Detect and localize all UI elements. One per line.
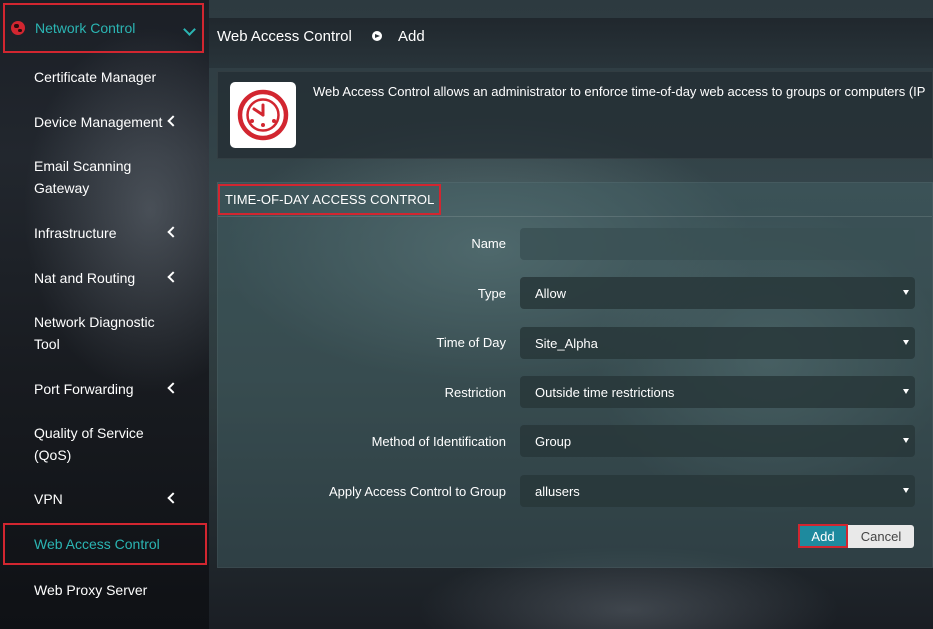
apply-group-label: Apply Access Control to Group <box>328 484 506 499</box>
sidebar-item-web-proxy-server[interactable]: Web Proxy Server <box>34 579 184 601</box>
name-label: Name <box>471 236 506 251</box>
sidebar-item-web-access-control[interactable]: Web Access Control <box>3 523 207 565</box>
type-value: Allow <box>535 285 567 301</box>
name-input[interactable] <box>520 228 915 260</box>
chevron-down-icon <box>183 23 196 36</box>
breadcrumb: Web Access Control Add <box>209 18 933 68</box>
sidebar-item-infrastructure[interactable]: Infrastructure <box>34 222 184 244</box>
caret-down-icon <box>903 389 909 394</box>
apply-group-select[interactable]: allusers <box>520 475 915 507</box>
method-select[interactable]: Group <box>520 425 915 457</box>
type-select[interactable]: Allow <box>520 277 915 309</box>
panel-title: TIME-OF-DAY ACCESS CONTROL <box>218 184 442 215</box>
breadcrumb-parent[interactable]: Web Access Control <box>217 28 352 45</box>
sidebar-section-network-control[interactable]: Network Control <box>3 3 204 53</box>
sidebar-item-email-scanning-gateway[interactable]: Email Scanning Gateway <box>34 155 184 199</box>
add-button[interactable]: Add <box>798 524 848 548</box>
method-label: Method of Identification <box>371 434 506 449</box>
sidebar-item-nat-and-routing[interactable]: Nat and Routing <box>34 267 184 289</box>
sidebar-item-port-forwarding[interactable]: Port Forwarding <box>34 378 184 400</box>
main-content: Web Access Control Add Web Access Contro… <box>209 0 933 629</box>
method-value: Group <box>535 433 572 449</box>
sidebar-section-label: Network Control <box>35 20 136 36</box>
time-of-day-label: Time of Day <box>436 335 506 350</box>
clock-icon <box>230 82 296 148</box>
sidebar-item-network-diagnostic-tool[interactable]: Network Diagnostic Tool <box>34 311 174 355</box>
sidebar-item-certificate-manager[interactable]: Certificate Manager <box>34 66 184 88</box>
restriction-value: Outside time restrictions <box>535 384 675 400</box>
globe-icon <box>11 21 25 35</box>
restriction-label: Restriction <box>444 385 506 400</box>
caret-down-icon <box>903 340 909 345</box>
breadcrumb-current: Add <box>398 28 425 45</box>
apply-group-value: allusers <box>535 483 580 499</box>
cancel-button[interactable]: Cancel <box>848 525 914 548</box>
time-of-day-select[interactable]: Site_Alpha <box>520 327 915 359</box>
caret-down-icon <box>903 290 909 295</box>
sidebar-item-device-management[interactable]: Device Management <box>34 111 184 133</box>
type-label: Type <box>477 286 506 301</box>
info-box: Web Access Control allows an administrat… <box>217 71 933 159</box>
info-description: Web Access Control allows an administrat… <box>313 84 926 99</box>
sidebar: Network Control Certificate Manager Devi… <box>0 0 209 629</box>
caret-down-icon <box>903 488 909 493</box>
caret-down-icon <box>903 438 909 443</box>
sidebar-item-vpn[interactable]: VPN <box>34 488 184 510</box>
panel-header: TIME-OF-DAY ACCESS CONTROL <box>218 183 932 217</box>
chevron-right-circle-icon <box>372 31 382 41</box>
restriction-select[interactable]: Outside time restrictions <box>520 376 915 408</box>
sidebar-item-quality-of-service[interactable]: Quality of Service (QoS) <box>34 422 164 466</box>
time-of-day-value: Site_Alpha <box>535 335 598 351</box>
access-control-form: TIME-OF-DAY ACCESS CONTROL Name Type All… <box>217 182 933 568</box>
